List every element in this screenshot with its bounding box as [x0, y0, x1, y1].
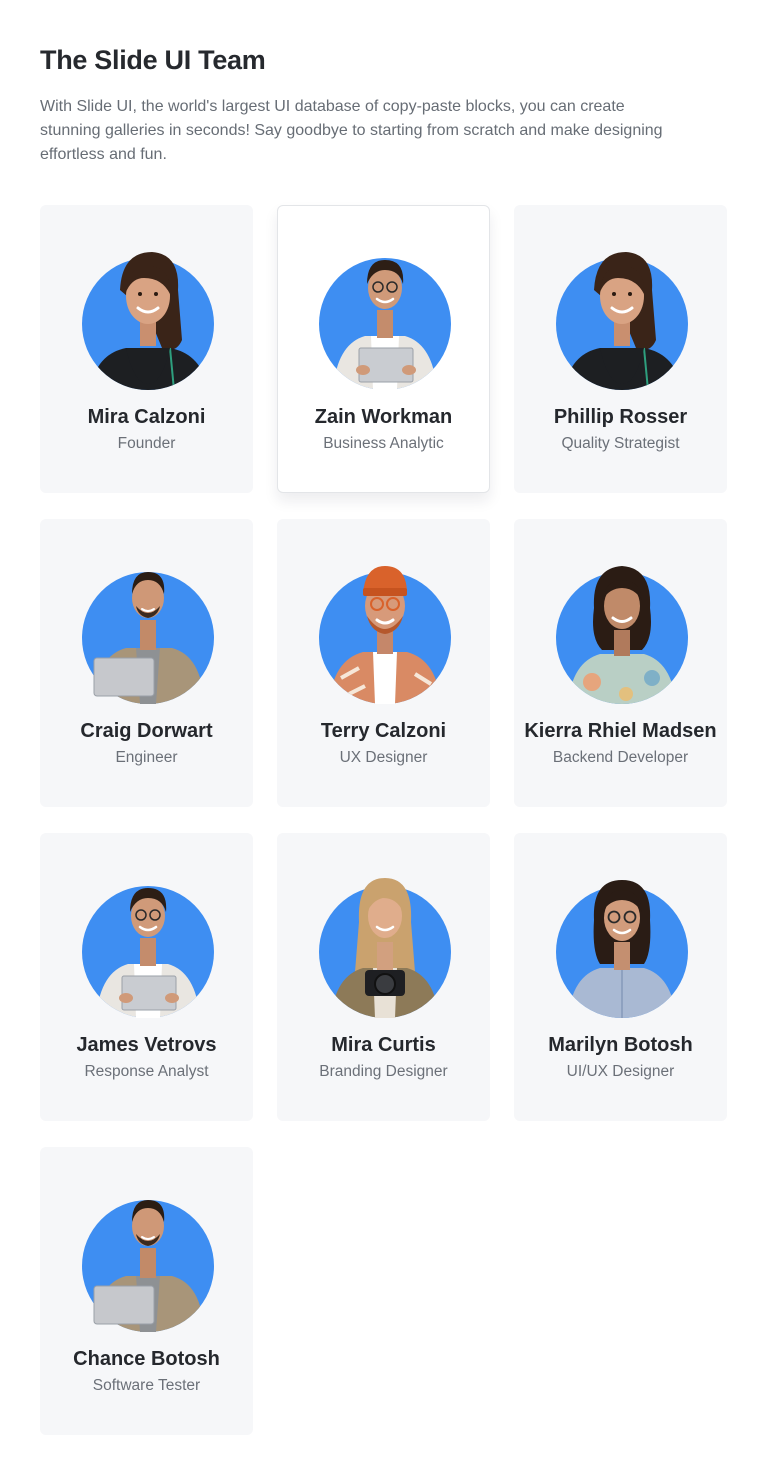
member-name: Mira Curtis: [331, 1034, 436, 1056]
avatar: [556, 872, 688, 1018]
avatar: [82, 244, 214, 390]
member-name: Zain Workman: [314, 406, 453, 428]
member-name: Terry Calzoni: [320, 720, 447, 742]
team-card[interactable]: Terry Calzoni UX Designer: [277, 519, 490, 807]
member-name: Mira Calzoni: [87, 406, 206, 428]
person-photo-icon: [329, 566, 441, 704]
member-name: Kierra Rhiel Madsen: [524, 720, 717, 742]
page-description: With Slide UI, the world's largest UI da…: [40, 98, 663, 163]
member-role: UI/UX Designer: [566, 1063, 675, 1080]
avatar: [556, 558, 688, 704]
person-photo-icon: [90, 252, 208, 390]
avatar: [82, 558, 214, 704]
member-role: Quality Strategist: [561, 435, 680, 452]
team-page: The Slide UI Team With Slide UI, the wor…: [0, 0, 768, 1477]
member-name: Marilyn Botosh: [548, 1034, 693, 1056]
team-card[interactable]: James Vetrovs Response Analyst: [40, 833, 253, 1121]
person-photo-icon: [568, 880, 676, 1018]
member-role: Business Analytic: [323, 435, 444, 452]
team-card[interactable]: Mira Calzoni Founder: [40, 205, 253, 493]
avatar: [82, 872, 214, 1018]
member-name: Chance Botosh: [73, 1348, 220, 1370]
team-card[interactable]: Mira Curtis Branding Designer: [277, 833, 490, 1121]
member-role: Founder: [117, 435, 176, 452]
member-role: Software Tester: [92, 1377, 201, 1394]
person-photo-icon: [568, 566, 676, 704]
page-title: The Slide UI Team: [40, 45, 266, 75]
member-role: Branding Designer: [319, 1063, 448, 1080]
member-role: Engineer: [115, 749, 178, 766]
team-card[interactable]: Marilyn Botosh UI/UX Designer: [514, 833, 727, 1121]
member-name: Craig Dorwart: [80, 720, 213, 742]
team-card[interactable]: Zain Workman Business Analytic: [277, 205, 490, 493]
person-photo-icon: [331, 878, 439, 1018]
person-photo-icon: [564, 252, 682, 390]
member-role: Response Analyst: [84, 1063, 209, 1080]
team-card[interactable]: Kierra Rhiel Madsen Backend Developer: [514, 519, 727, 807]
person-photo-icon: [93, 572, 204, 704]
avatar: [319, 244, 451, 390]
person-photo-icon: [96, 888, 200, 1018]
person-photo-icon: [93, 1200, 204, 1332]
avatar: [82, 1186, 214, 1332]
avatar: [319, 558, 451, 704]
team-grid: Mira Calzoni Founder Zain Workman Busine…: [40, 205, 727, 1435]
member-name: Phillip Rosser: [553, 406, 688, 428]
member-role: UX Designer: [339, 749, 428, 766]
team-card[interactable]: Chance Botosh Software Tester: [40, 1147, 253, 1435]
member-role: Backend Developer: [552, 749, 689, 766]
avatar: [556, 244, 688, 390]
person-photo-icon: [333, 260, 437, 390]
team-card[interactable]: Phillip Rosser Quality Strategist: [514, 205, 727, 493]
member-name: James Vetrovs: [76, 1034, 217, 1056]
avatar: [319, 872, 451, 1018]
team-card[interactable]: Craig Dorwart Engineer: [40, 519, 253, 807]
